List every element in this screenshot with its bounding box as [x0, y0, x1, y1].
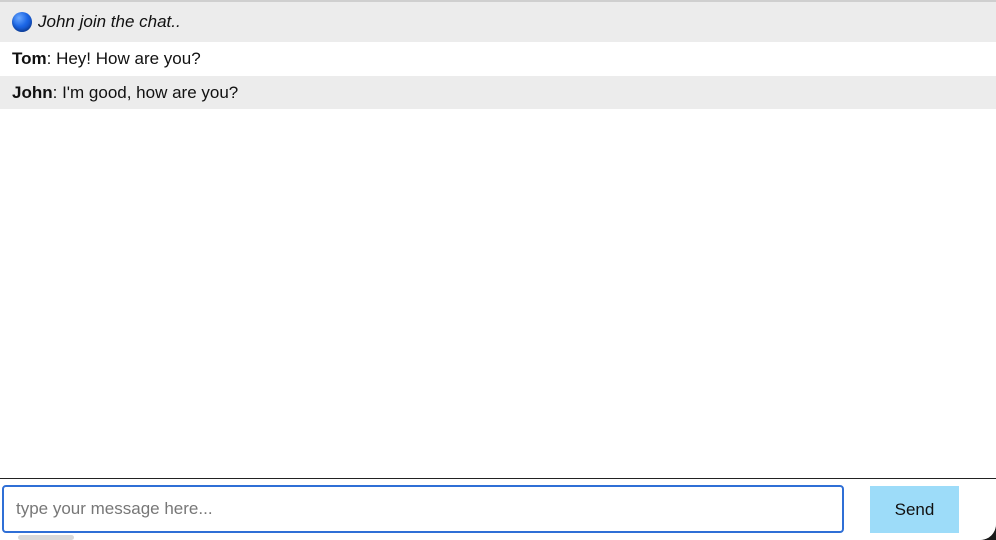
join-notice-text: John join the chat.. — [38, 12, 181, 31]
message-row: John : I'm good, how are you? — [0, 76, 996, 109]
message-composer: Send — [0, 478, 996, 540]
message-text: I'm good, how are you? — [62, 82, 239, 102]
message-text: Hey! How are you? — [56, 49, 201, 68]
chat-window: John join the chat.. Tom : Hey! How are … — [0, 0, 996, 540]
message-row: Tom : Hey! How are you? — [0, 42, 996, 76]
send-button[interactable]: Send — [870, 486, 959, 533]
join-notice: John join the chat.. — [0, 2, 996, 42]
message-list[interactable]: John join the chat.. Tom : Hey! How are … — [0, 2, 996, 478]
message-separator: : — [52, 82, 63, 102]
message-separator: : — [46, 49, 57, 68]
message-sender: John — [12, 82, 53, 102]
message-sender: Tom — [12, 49, 47, 68]
message-input[interactable] — [2, 485, 844, 533]
horizontal-scrollbar[interactable] — [18, 535, 74, 540]
globe-icon — [12, 12, 32, 32]
